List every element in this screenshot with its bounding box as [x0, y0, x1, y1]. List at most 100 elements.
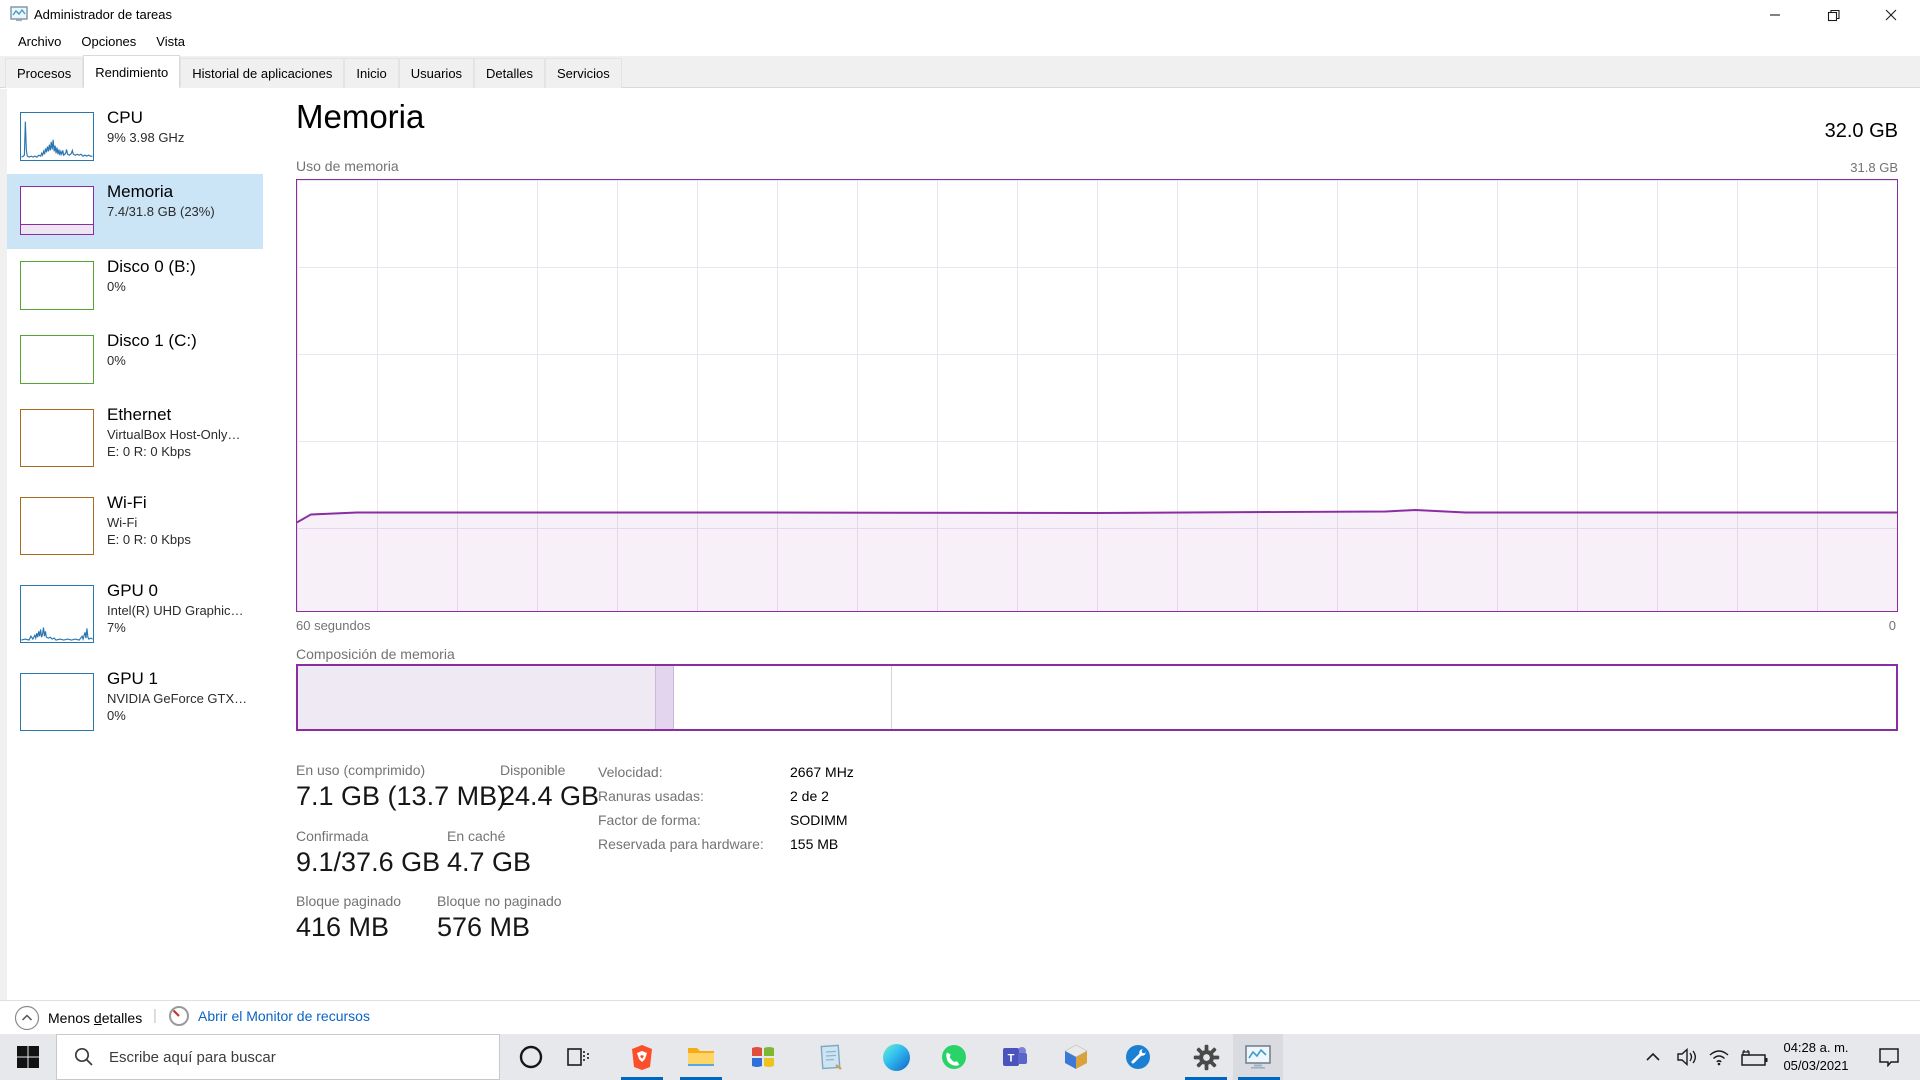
taskbar-teams-button[interactable]: T — [991, 1034, 1039, 1080]
taskbar-file-explorer-button[interactable] — [677, 1034, 725, 1080]
stat-confirmada-value: 9.1/37.6 GB — [296, 847, 440, 878]
chart-time-axis-label: 60 segundos — [296, 618, 370, 633]
detail-factor: Factor de forma: SODIMM — [598, 812, 854, 836]
restore-button[interactable] — [1804, 0, 1862, 30]
taskbar-task-manager-button[interactable] — [1234, 1034, 1282, 1080]
wifi-thumbnail-chart — [20, 497, 94, 555]
composition-segment-in-use[interactable] — [298, 666, 656, 729]
sidebar-gpu0-title: GPU 0 — [107, 581, 244, 601]
usage-chart-label: Uso de memoria — [296, 158, 399, 174]
brave-browser-icon — [628, 1043, 656, 1071]
tab-usuarios[interactable]: Usuarios — [399, 58, 474, 88]
stat-cache-value: 4.7 GB — [447, 847, 531, 878]
open-resource-monitor-link[interactable]: Abrir el Monitor de recursos — [168, 1005, 370, 1027]
taskbar-edge-button[interactable] — [872, 1034, 920, 1080]
sidebar-item-disco1[interactable]: Disco 1 (C:) 0% — [7, 323, 263, 397]
disk1-thumbnail-chart — [20, 335, 94, 384]
cpu-sparkline — [21, 113, 93, 160]
composition-label: Composición de memoria — [296, 646, 455, 662]
tray-wifi-button[interactable] — [1704, 1034, 1734, 1080]
tab-historial[interactable]: Historial de aplicaciones — [180, 58, 344, 88]
sidebar-item-cpu[interactable]: CPU 9% 3.98 GHz — [7, 100, 263, 174]
sidebar-scrollbar[interactable] — [0, 89, 7, 1000]
detail-velocidad: Velocidad: 2667 MHz — [598, 764, 854, 788]
taskbar-brave-button[interactable] — [618, 1034, 666, 1080]
taskbar-legacy-app-button[interactable] — [739, 1034, 787, 1080]
gpu1-thumbnail-chart — [20, 673, 94, 731]
tray-show-hidden-icons-button[interactable] — [1638, 1034, 1668, 1080]
gpu0-sparkline — [21, 586, 93, 642]
page-title: Memoria — [296, 98, 424, 136]
menu-bar: Archivo Opciones Vista — [0, 30, 1920, 54]
detail-reservada-label: Reservada para hardware: — [598, 836, 790, 860]
tab-detalles[interactable]: Detalles — [474, 58, 545, 88]
settings-gear-icon — [1193, 1044, 1220, 1071]
less-details-button[interactable]: Menos detalles — [14, 1005, 142, 1031]
chevron-up-circle-icon — [14, 1005, 40, 1031]
title-bar[interactable]: Administrador de tareas — [0, 0, 1920, 30]
detail-factor-label: Factor de forma: — [598, 812, 790, 836]
tray-clock[interactable]: 04:28 a. m. 05/03/2021 — [1768, 1039, 1864, 1075]
memory-composition-bar[interactable] — [296, 664, 1898, 731]
sidebar-item-ethernet[interactable]: Ethernet VirtualBox Host-Only… E: 0 R: 0… — [7, 397, 263, 485]
sidebar-item-memoria[interactable]: Memoria 7.4/31.8 GB (23%) — [7, 174, 263, 249]
tray-volume-button[interactable] — [1672, 1034, 1702, 1080]
search-input[interactable] — [109, 1049, 449, 1066]
stat-disponible: Disponible 24.4 GB — [500, 762, 599, 812]
sidebar-wifi-sub2: E: 0 R: 0 Kbps — [107, 532, 191, 547]
tab-servicios[interactable]: Servicios — [545, 58, 622, 88]
tab-rendimiento[interactable]: Rendimiento — [83, 55, 180, 88]
stat-cache-label: En caché — [447, 828, 531, 844]
sidebar-cpu-sub: 9% 3.98 GHz — [107, 130, 184, 145]
taskbar-cube-app-button[interactable] — [1052, 1034, 1100, 1080]
sidebar-item-gpu1[interactable]: GPU 1 NVIDIA GeForce GTX… 0% — [7, 661, 263, 749]
classic-windows-app-icon — [749, 1043, 777, 1071]
composition-segment-modified[interactable] — [656, 666, 674, 729]
composition-segment-free[interactable] — [892, 666, 1896, 729]
sidebar-gpu1-sub1: NVIDIA GeForce GTX… — [107, 691, 247, 706]
svg-text:T: T — [1008, 1053, 1015, 1065]
teams-icon: T — [1001, 1044, 1029, 1070]
action-center-button[interactable] — [1874, 1034, 1904, 1080]
taskbar-search-box[interactable] — [56, 1034, 500, 1080]
task-manager-taskbar-icon — [1244, 1044, 1272, 1070]
windows-start-icon — [16, 1045, 40, 1069]
stat-disponible-label: Disponible — [500, 762, 599, 778]
menu-opciones[interactable]: Opciones — [71, 30, 146, 54]
ethernet-thumbnail-chart — [20, 409, 94, 467]
task-view-button[interactable] — [554, 1034, 602, 1080]
tab-procesos[interactable]: Procesos — [5, 58, 83, 88]
menu-vista[interactable]: Vista — [146, 30, 195, 54]
stat-bloque-paginado-value: 416 MB — [296, 912, 401, 943]
tab-inicio[interactable]: Inicio — [344, 58, 398, 88]
start-button[interactable] — [0, 1034, 56, 1080]
menu-archivo[interactable]: Archivo — [8, 30, 71, 54]
close-icon — [1885, 9, 1897, 21]
cortana-button[interactable] — [507, 1034, 555, 1080]
usage-chart-max-label: 31.8 GB — [1850, 160, 1898, 175]
sidebar-item-gpu0[interactable]: GPU 0 Intel(R) UHD Graphic… 7% — [7, 573, 263, 661]
taskbar-whatsapp-button[interactable] — [930, 1034, 978, 1080]
tray-battery-button[interactable] — [1736, 1034, 1772, 1080]
detail-factor-value: SODIMM — [790, 812, 848, 836]
detail-reservada: Reservada para hardware: 155 MB — [598, 836, 854, 860]
hardware-details: Velocidad: 2667 MHz Ranuras usadas: 2 de… — [598, 764, 854, 860]
taskbar-wrench-tool-button[interactable] — [1114, 1034, 1162, 1080]
sidebar-wifi-title: Wi-Fi — [107, 493, 191, 513]
sidebar-item-disco0[interactable]: Disco 0 (B:) 0% — [7, 249, 263, 323]
sidebar-ethernet-sub1: VirtualBox Host-Only… — [107, 427, 240, 442]
stat-bloque-no-paginado-label: Bloque no paginado — [437, 893, 562, 909]
chart-zero-label: 0 — [1889, 618, 1896, 633]
composition-segment-standby[interactable] — [674, 666, 893, 729]
cpu-thumbnail-chart — [20, 112, 94, 161]
taskbar-settings-button[interactable] — [1182, 1034, 1230, 1080]
stat-en-uso-label: En uso (comprimido) — [296, 762, 506, 778]
taskbar-notepad-button[interactable] — [807, 1034, 855, 1080]
sidebar-item-wifi[interactable]: Wi-Fi Wi-Fi E: 0 R: 0 Kbps — [7, 485, 263, 573]
minimize-button[interactable] — [1746, 0, 1804, 30]
close-button[interactable] — [1862, 0, 1920, 30]
action-center-icon — [1878, 1047, 1900, 1067]
stat-bloque-paginado: Bloque paginado 416 MB — [296, 893, 401, 943]
sidebar-disco0-title: Disco 0 (B:) — [107, 257, 196, 277]
sidebar-gpu0-sub1: Intel(R) UHD Graphic… — [107, 603, 244, 618]
